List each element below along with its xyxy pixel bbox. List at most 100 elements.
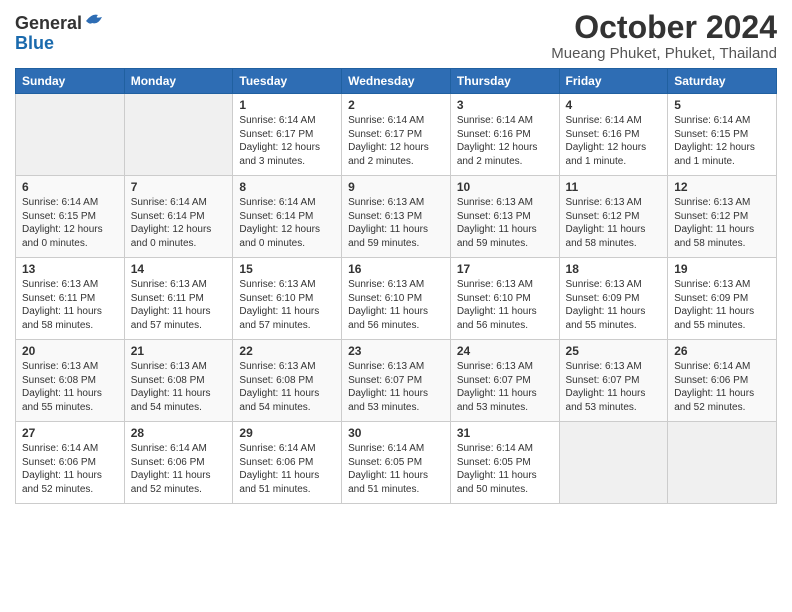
- calendar-cell: [559, 422, 668, 504]
- day-info: Sunrise: 6:14 AM Sunset: 6:06 PM Dayligh…: [239, 442, 335, 496]
- calendar-cell: 4 Sunrise: 6:14 AM Sunset: 6:16 PM Daylig…: [559, 94, 668, 176]
- day-number: 13: [22, 262, 118, 276]
- day-info: Sunrise: 6:14 AM Sunset: 6:06 PM Dayligh…: [131, 442, 227, 496]
- day-info: Sunrise: 6:13 AM Sunset: 6:11 PM Dayligh…: [131, 278, 227, 332]
- day-number: 21: [131, 344, 227, 358]
- calendar-cell: 29Sunrise: 6:14 AM Sunset: 6:06 PM Dayli…: [233, 422, 342, 504]
- day-info: Sunrise: 6:14 AM Sunset: 6:17 PM Dayligh…: [348, 114, 444, 168]
- calendar-week-3: 13 Sunrise: 6:13 AM Sunset: 6:11 PM Dayli…: [16, 258, 777, 340]
- calendar-cell: 24 Sunrise: 6:13 AM Sunset: 6:07 PM Dayli…: [450, 340, 559, 422]
- day-number: 8: [239, 180, 335, 194]
- calendar-week-2: 6 Sunrise: 6:14 AM Sunset: 6:15 PM Daylig…: [16, 176, 777, 258]
- day-number: 24: [457, 344, 553, 358]
- calendar-cell: 15 Sunrise: 6:13 AM Sunset: 6:10 PM Dayli…: [233, 258, 342, 340]
- calendar-cell: 21Sunrise: 6:13 AM Sunset: 6:08 PM Dayli…: [124, 340, 233, 422]
- day-number: 11: [566, 180, 662, 194]
- day-number: 1: [239, 98, 335, 112]
- calendar-cell: [16, 94, 125, 176]
- day-number: 28: [131, 426, 227, 440]
- day-number: 7: [131, 180, 227, 194]
- day-info: Sunrise: 6:13 AM Sunset: 6:13 PM Dayligh…: [457, 196, 553, 250]
- day-number: 15: [239, 262, 335, 276]
- calendar-cell: 2 Sunrise: 6:14 AM Sunset: 6:17 PM Daylig…: [342, 94, 451, 176]
- day-info: Sunrise: 6:14 AM Sunset: 6:05 PM Dayligh…: [348, 442, 444, 496]
- calendar-cell: 12 Sunrise: 6:13 AM Sunset: 6:12 PM Dayli…: [668, 176, 777, 258]
- header-friday: Friday: [559, 69, 668, 94]
- header-tuesday: Tuesday: [233, 69, 342, 94]
- calendar-cell: 25 Sunrise: 6:13 AM Sunset: 6:07 PM Dayli…: [559, 340, 668, 422]
- day-number: 17: [457, 262, 553, 276]
- day-info: Sunrise: 6:13 AM Sunset: 6:13 PM Dayligh…: [348, 196, 444, 250]
- calendar-cell: 28 Sunrise: 6:14 AM Sunset: 6:06 PM Dayli…: [124, 422, 233, 504]
- calendar-cell: 3Sunrise: 6:14 AM Sunset: 6:16 PM Daylig…: [450, 94, 559, 176]
- calendar-cell: 1 Sunrise: 6:14 AM Sunset: 6:17 PM Daylig…: [233, 94, 342, 176]
- calendar-cell: 17 Sunrise: 6:13 AM Sunset: 6:10 PM Dayli…: [450, 258, 559, 340]
- calendar-week-4: 20Sunrise: 6:13 AM Sunset: 6:08 PM Dayli…: [16, 340, 777, 422]
- day-number: 6: [22, 180, 118, 194]
- day-info: Sunrise: 6:14 AM Sunset: 6:15 PM Dayligh…: [22, 196, 118, 250]
- title-section: October 2024 Mueang Phuket, Phuket, Thai…: [551, 10, 777, 62]
- day-info: Sunrise: 6:14 AM Sunset: 6:14 PM Dayligh…: [131, 196, 227, 250]
- calendar-cell: 16Sunrise: 6:13 AM Sunset: 6:10 PM Dayli…: [342, 258, 451, 340]
- header-saturday: Saturday: [668, 69, 777, 94]
- calendar-cell: 31 Sunrise: 6:14 AM Sunset: 6:05 PM Dayli…: [450, 422, 559, 504]
- day-number: 9: [348, 180, 444, 194]
- header-monday: Monday: [124, 69, 233, 94]
- day-number: 4: [566, 98, 662, 112]
- calendar-cell: 11 Sunrise: 6:13 AM Sunset: 6:12 PM Dayli…: [559, 176, 668, 258]
- day-info: Sunrise: 6:14 AM Sunset: 6:16 PM Dayligh…: [457, 114, 553, 168]
- day-info: Sunrise: 6:13 AM Sunset: 6:12 PM Dayligh…: [674, 196, 770, 250]
- day-info: Sunrise: 6:13 AM Sunset: 6:10 PM Dayligh…: [457, 278, 553, 332]
- calendar-table: SundayMondayTuesdayWednesdayThursdayFrid…: [15, 68, 777, 504]
- day-info: Sunrise: 6:14 AM Sunset: 6:06 PM Dayligh…: [22, 442, 118, 496]
- calendar-cell: 13Sunrise: 6:13 AM Sunset: 6:11 PM Dayli…: [16, 258, 125, 340]
- day-info: Sunrise: 6:14 AM Sunset: 6:06 PM Dayligh…: [674, 360, 770, 414]
- calendar-cell: 30Sunrise: 6:14 AM Sunset: 6:05 PM Dayli…: [342, 422, 451, 504]
- day-info: Sunrise: 6:13 AM Sunset: 6:08 PM Dayligh…: [22, 360, 118, 414]
- day-info: Sunrise: 6:13 AM Sunset: 6:07 PM Dayligh…: [348, 360, 444, 414]
- calendar-cell: 6 Sunrise: 6:14 AM Sunset: 6:15 PM Daylig…: [16, 176, 125, 258]
- day-info: Sunrise: 6:14 AM Sunset: 6:05 PM Dayligh…: [457, 442, 553, 496]
- day-number: 26: [674, 344, 770, 358]
- day-number: 18: [566, 262, 662, 276]
- day-number: 25: [566, 344, 662, 358]
- calendar-header-row: SundayMondayTuesdayWednesdayThursdayFrid…: [16, 69, 777, 94]
- header-sunday: Sunday: [16, 69, 125, 94]
- calendar-cell: 9 Sunrise: 6:13 AM Sunset: 6:13 PM Daylig…: [342, 176, 451, 258]
- calendar-cell: 14Sunrise: 6:13 AM Sunset: 6:11 PM Dayli…: [124, 258, 233, 340]
- calendar-week-1: 1 Sunrise: 6:14 AM Sunset: 6:17 PM Daylig…: [16, 94, 777, 176]
- calendar-cell: 20Sunrise: 6:13 AM Sunset: 6:08 PM Dayli…: [16, 340, 125, 422]
- day-info: Sunrise: 6:14 AM Sunset: 6:14 PM Dayligh…: [239, 196, 335, 250]
- day-number: 31: [457, 426, 553, 440]
- calendar-cell: 26 Sunrise: 6:14 AM Sunset: 6:06 PM Dayli…: [668, 340, 777, 422]
- day-info: Sunrise: 6:14 AM Sunset: 6:16 PM Dayligh…: [566, 114, 662, 168]
- calendar-week-5: 27 Sunrise: 6:14 AM Sunset: 6:06 PM Dayli…: [16, 422, 777, 504]
- location-title: Mueang Phuket, Phuket, Thailand: [551, 45, 777, 62]
- logo-bird-icon: [84, 11, 106, 29]
- calendar-cell: 27 Sunrise: 6:14 AM Sunset: 6:06 PM Dayli…: [16, 422, 125, 504]
- page-header: General Blue October 2024 Mueang Phuket,…: [15, 10, 777, 62]
- month-title: October 2024: [551, 10, 777, 45]
- day-info: Sunrise: 6:13 AM Sunset: 6:08 PM Dayligh…: [239, 360, 335, 414]
- day-number: 12: [674, 180, 770, 194]
- day-info: Sunrise: 6:13 AM Sunset: 6:12 PM Dayligh…: [566, 196, 662, 250]
- calendar-cell: 8 Sunrise: 6:14 AM Sunset: 6:14 PM Daylig…: [233, 176, 342, 258]
- calendar-cell: 18 Sunrise: 6:13 AM Sunset: 6:09 PM Dayli…: [559, 258, 668, 340]
- calendar-cell: 22Sunrise: 6:13 AM Sunset: 6:08 PM Dayli…: [233, 340, 342, 422]
- day-number: 2: [348, 98, 444, 112]
- calendar-cell: 10Sunrise: 6:13 AM Sunset: 6:13 PM Dayli…: [450, 176, 559, 258]
- logo-general-text: General: [15, 14, 82, 34]
- calendar-cell: 23Sunrise: 6:13 AM Sunset: 6:07 PM Dayli…: [342, 340, 451, 422]
- day-info: Sunrise: 6:13 AM Sunset: 6:10 PM Dayligh…: [239, 278, 335, 332]
- day-number: 16: [348, 262, 444, 276]
- day-number: 27: [22, 426, 118, 440]
- logo: General Blue: [15, 10, 106, 54]
- header-wednesday: Wednesday: [342, 69, 451, 94]
- day-info: Sunrise: 6:13 AM Sunset: 6:07 PM Dayligh…: [566, 360, 662, 414]
- day-info: Sunrise: 6:13 AM Sunset: 6:09 PM Dayligh…: [674, 278, 770, 332]
- day-info: Sunrise: 6:13 AM Sunset: 6:09 PM Dayligh…: [566, 278, 662, 332]
- day-info: Sunrise: 6:14 AM Sunset: 6:17 PM Dayligh…: [239, 114, 335, 168]
- day-info: Sunrise: 6:13 AM Sunset: 6:07 PM Dayligh…: [457, 360, 553, 414]
- calendar-cell: 7 Sunrise: 6:14 AM Sunset: 6:14 PM Daylig…: [124, 176, 233, 258]
- calendar-cell: [124, 94, 233, 176]
